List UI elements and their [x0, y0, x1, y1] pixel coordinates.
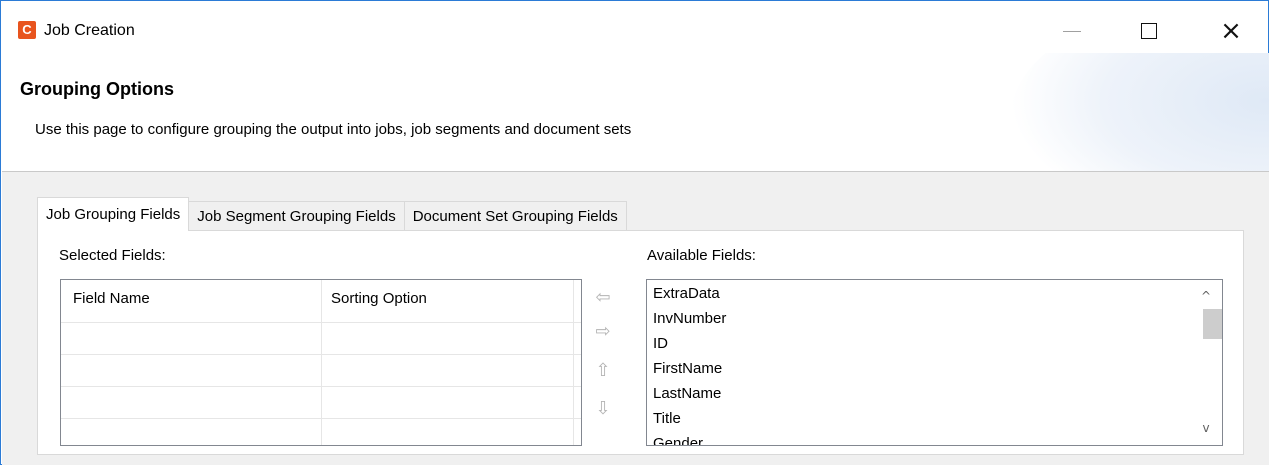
available-fields-list[interactable]: ExtraData InvNumber ID FirstName LastNam… — [646, 279, 1223, 446]
column-divider — [321, 280, 322, 445]
column-divider — [573, 280, 574, 445]
list-item[interactable]: FirstName — [653, 359, 722, 379]
list-item[interactable]: Gender — [653, 434, 703, 445]
tab-bar: Job Grouping Fields Job Segment Grouping… — [37, 197, 627, 231]
list-item[interactable]: InvNumber — [653, 309, 726, 329]
window-title: Job Creation — [44, 22, 135, 39]
selected-fields-table[interactable]: Field Name Sorting Option — [60, 279, 582, 446]
column-header-sorting-option[interactable]: Sorting Option — [331, 290, 427, 307]
page-title: Grouping Options — [20, 79, 174, 99]
list-item[interactable]: LastName — [653, 384, 721, 404]
tab-document-set-grouping-fields[interactable]: Document Set Grouping Fields — [403, 201, 627, 231]
table-row-divider — [61, 354, 581, 355]
move-up-arrow-icon[interactable]: ⇧ — [591, 359, 615, 383]
table-row-divider — [61, 418, 581, 419]
scroll-up-icon[interactable]: ^ — [1198, 288, 1214, 304]
available-fields-label: Available Fields: — [647, 247, 756, 264]
header-decoration — [1009, 53, 1269, 171]
job-creation-window: C Job Creation × Grouping Options Use th… — [0, 0, 1269, 465]
table-row-divider — [61, 322, 581, 323]
maximize-button[interactable] — [1126, 11, 1172, 51]
minimize-button[interactable] — [1049, 11, 1095, 51]
page-description: Use this page to configure grouping the … — [35, 121, 632, 138]
list-item[interactable]: ID — [653, 334, 668, 354]
move-down-arrow-icon[interactable]: ⇩ — [591, 397, 615, 421]
minimize-icon — [1063, 30, 1081, 32]
table-row-divider — [61, 386, 581, 387]
scrollbar-thumb[interactable] — [1203, 309, 1222, 339]
tab-job-segment-grouping-fields[interactable]: Job Segment Grouping Fields — [188, 201, 405, 231]
maximize-icon — [1141, 23, 1157, 39]
tab-job-grouping-fields[interactable]: Job Grouping Fields — [37, 197, 190, 231]
remove-field-arrow-icon[interactable]: ⇨ — [591, 320, 615, 344]
list-item[interactable]: ExtraData — [653, 284, 720, 304]
column-header-field-name[interactable]: Field Name — [73, 290, 150, 307]
list-item[interactable]: Title — [653, 409, 681, 429]
page-header: Grouping Options Use this page to config… — [2, 53, 1269, 171]
vertical-scrollbar[interactable]: ^ v — [1190, 280, 1222, 445]
close-icon: × — [1220, 16, 1242, 46]
app-logo-icon: C — [18, 21, 36, 39]
close-button[interactable]: × — [1208, 11, 1254, 51]
add-field-arrow-icon[interactable]: ⇦ — [591, 286, 615, 310]
selected-fields-label: Selected Fields: — [59, 247, 166, 264]
scroll-down-icon[interactable]: v — [1198, 420, 1214, 436]
